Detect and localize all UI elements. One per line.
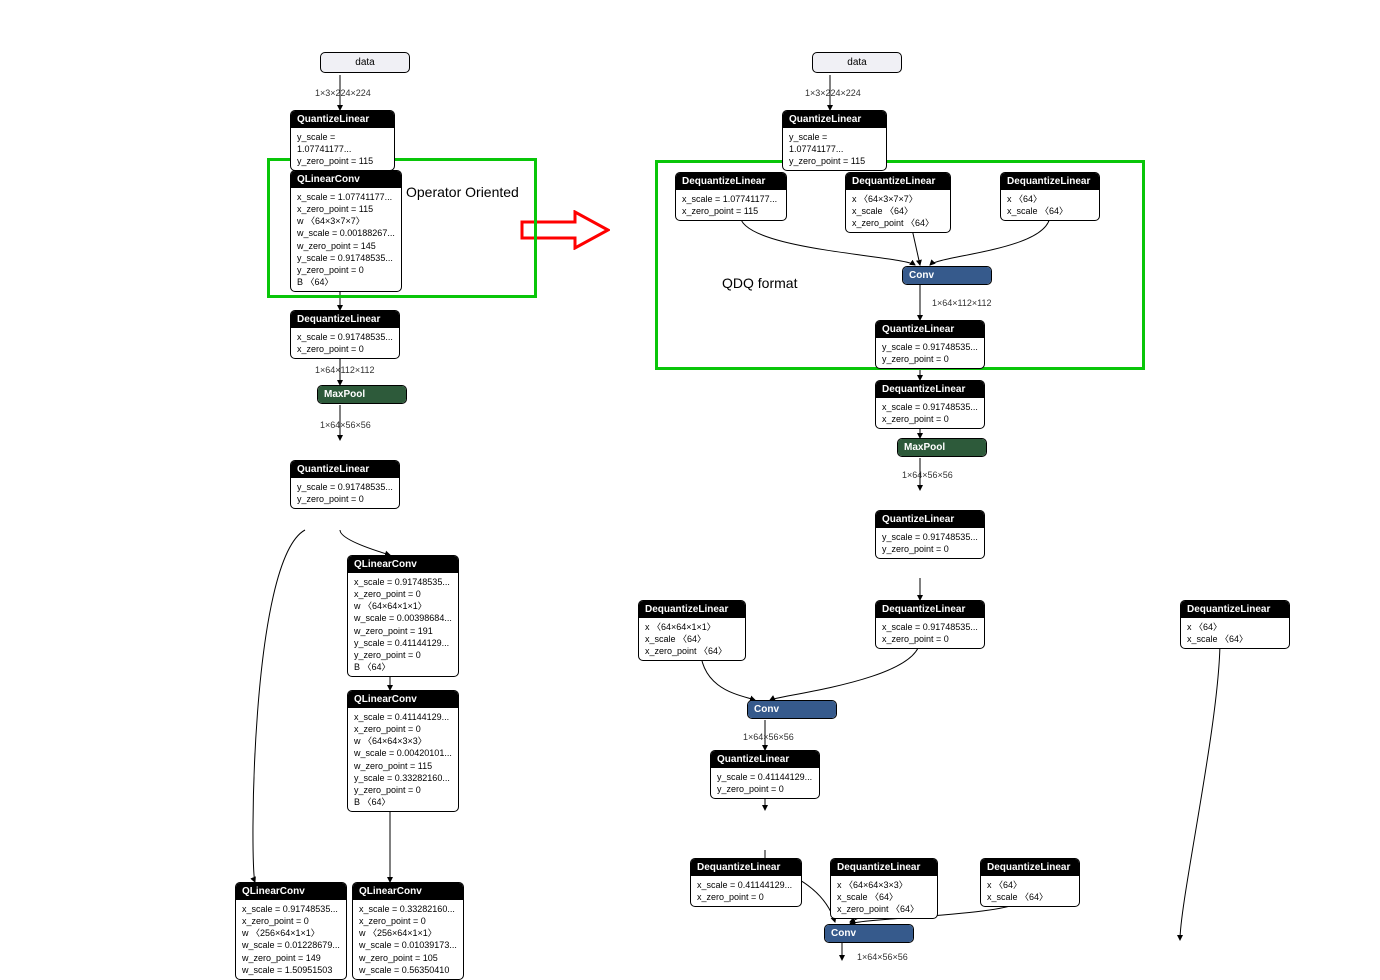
- right-maxpool: MaxPool: [897, 438, 987, 457]
- right-dequantizelinear-10: DequantizeLinearx 〈64〉x_scale 〈64〉: [980, 858, 1080, 907]
- right-data-node: data: [812, 52, 902, 73]
- right-shape1: 1×3×224×224: [805, 88, 861, 98]
- diagram-canvas: Operator Oriented QDQ format data 1×3×22…: [20, 20, 1360, 940]
- left-qlinearconv-2: QLinearConvx_scale = 0.91748535...x_zero…: [347, 555, 459, 677]
- left-shape1: 1×3×224×224: [315, 88, 371, 98]
- right-dequantizelinear-9: DequantizeLinearx 〈64×64×3×3〉x_scale 〈64…: [830, 858, 938, 919]
- left-shape2: 1×64×112×112: [315, 365, 374, 375]
- right-shape5: 1×64×56×56: [857, 952, 908, 962]
- left-data-node: data: [320, 52, 410, 73]
- right-quantizelinear-1: QuantizeLineary_scale = 1.07741177...y_z…: [782, 110, 887, 171]
- right-dequantizelinear-3: DequantizeLinearx 〈64〉x_scale 〈64〉: [1000, 172, 1100, 221]
- transform-arrow: [520, 210, 610, 250]
- right-dequantizelinear-8: DequantizeLinearx_scale = 0.41144129...x…: [690, 858, 802, 907]
- left-qlinearconv-1: QLinearConvx_scale = 1.07741177...x_zero…: [290, 170, 402, 292]
- left-dequantizelinear-1: DequantizeLinearx_scale = 0.91748535...x…: [290, 310, 400, 359]
- right-dequantizelinear-1: DequantizeLinearx_scale = 1.07741177...x…: [675, 172, 787, 221]
- right-quantizelinear-4: QuantizeLineary_scale = 0.41144129...y_z…: [710, 750, 820, 799]
- right-dequantizelinear-2: DequantizeLinearx 〈64×3×7×7〉x_scale 〈64〉…: [845, 172, 951, 233]
- left-shape3: 1×64×56×56: [320, 420, 371, 430]
- right-dequantizelinear-6: DequantizeLinearx_scale = 0.91748535...x…: [875, 600, 985, 649]
- edges: [20, 20, 1380, 980]
- left-qlinearconv-3: QLinearConvx_scale = 0.41144129...x_zero…: [347, 690, 459, 812]
- right-quantizelinear-3: QuantizeLineary_scale = 0.91748535...y_z…: [875, 510, 985, 559]
- right-conv-1: Conv: [902, 266, 992, 285]
- left-qlinearconv-5: QLinearConvx_scale = 0.33282160...x_zero…: [352, 882, 464, 980]
- right-shape4: 1×64×56×56: [743, 732, 794, 742]
- label-operator-oriented: Operator Oriented: [406, 184, 519, 200]
- left-quantizelinear-1: QuantizeLineary_scale = 1.07741177...y_z…: [290, 110, 395, 171]
- right-conv-3: Conv: [824, 924, 914, 943]
- left-qlinearconv-4: QLinearConvx_scale = 0.91748535...x_zero…: [235, 882, 347, 980]
- right-dequantizelinear-4: DequantizeLinearx_scale = 0.91748535...x…: [875, 380, 985, 429]
- right-dequantizelinear-7: DequantizeLinearx 〈64〉x_scale 〈64〉: [1180, 600, 1290, 649]
- left-maxpool: MaxPool: [317, 385, 407, 404]
- left-quantizelinear-2: QuantizeLineary_scale = 0.91748535...y_z…: [290, 460, 400, 509]
- right-conv-2: Conv: [747, 700, 837, 719]
- right-shape3: 1×64×56×56: [902, 470, 953, 480]
- label-qdq-format: QDQ format: [722, 275, 797, 291]
- right-shape2: 1×64×112×112: [932, 298, 991, 308]
- right-quantizelinear-2: QuantizeLineary_scale = 0.91748535...y_z…: [875, 320, 985, 369]
- right-dequantizelinear-5: DequantizeLinearx 〈64×64×1×1〉x_scale 〈64…: [638, 600, 746, 661]
